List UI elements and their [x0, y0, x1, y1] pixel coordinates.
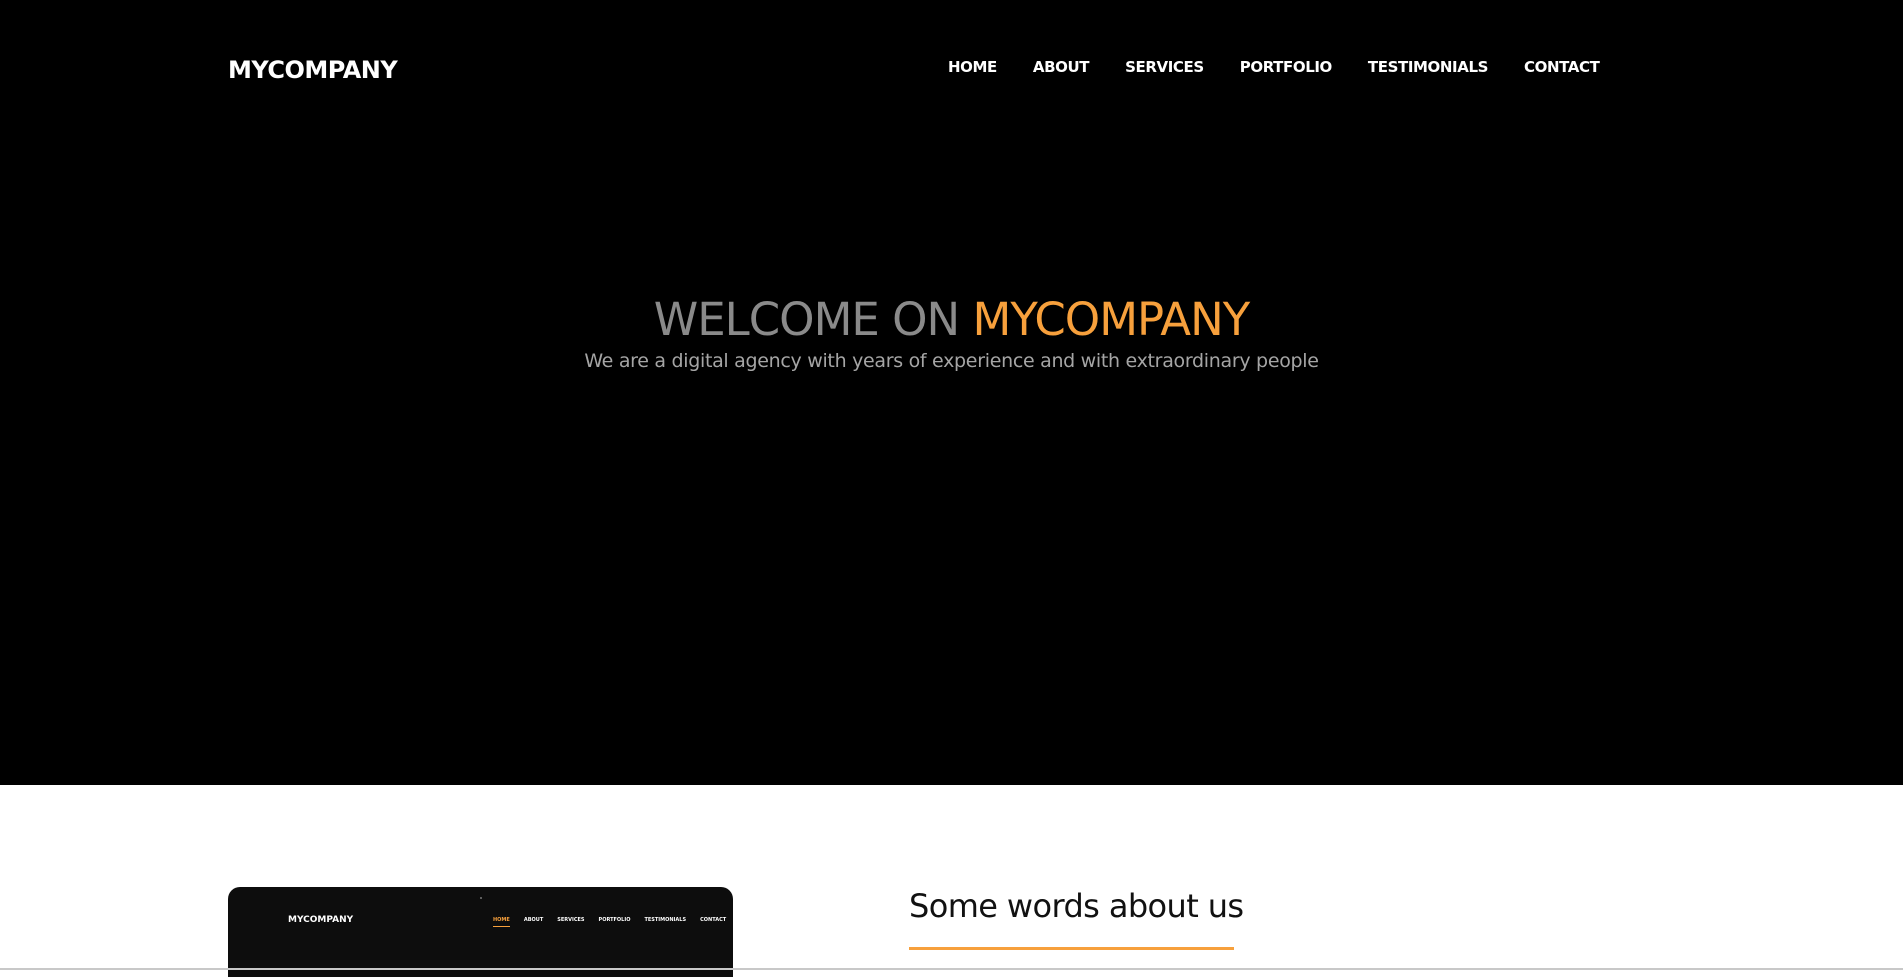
mockup-nav-home: HOME — [493, 917, 510, 927]
camera-dot-icon — [480, 897, 482, 899]
mockup-nav-portfolio: PORTFOLIO — [598, 917, 631, 923]
nav-about[interactable]: ABOUT — [1033, 58, 1090, 76]
mockup-nav-testimonials: TESTIMONIALS — [644, 917, 687, 923]
hero-title-brand: MYCOMPANY — [972, 293, 1251, 346]
nav-contact[interactable]: CONTACT — [1524, 58, 1600, 76]
site-logo[interactable]: MYCOMPANY — [228, 56, 398, 84]
heading-underline — [909, 947, 1234, 950]
mockup-logo: MYCOMPANY — [288, 915, 354, 925]
nav-services[interactable]: SERVICES — [1125, 58, 1204, 76]
hero-subtitle: We are a digital agency with years of ex… — [584, 350, 1319, 372]
nav-home[interactable]: HOME — [948, 58, 997, 76]
hero-title: WELCOME ON MYCOMPANY — [0, 293, 1903, 346]
hero-section: MYCOMPANY HOME ABOUT SERVICES PORTFOLIO … — [0, 0, 1903, 785]
main-nav: HOME ABOUT SERVICES PORTFOLIO TESTIMONIA… — [948, 58, 1600, 76]
about-heading: Some words about us — [909, 887, 1244, 925]
nav-portfolio[interactable]: PORTFOLIO — [1240, 58, 1333, 76]
laptop-mockup-image: MYCOMPANY HOME ABOUT SERVICES PORTFOLIO … — [228, 887, 733, 977]
nav-testimonials[interactable]: TESTIMONIALS — [1368, 58, 1488, 76]
mockup-nav-services: SERVICES — [557, 917, 585, 923]
mockup-nav: HOME ABOUT SERVICES PORTFOLIO TESTIMONIA… — [493, 917, 733, 927]
mockup-nav-about: ABOUT — [523, 917, 544, 923]
hero-title-prefix: WELCOME ON — [653, 293, 973, 346]
mockup-nav-contact: CONTACT — [700, 917, 727, 923]
